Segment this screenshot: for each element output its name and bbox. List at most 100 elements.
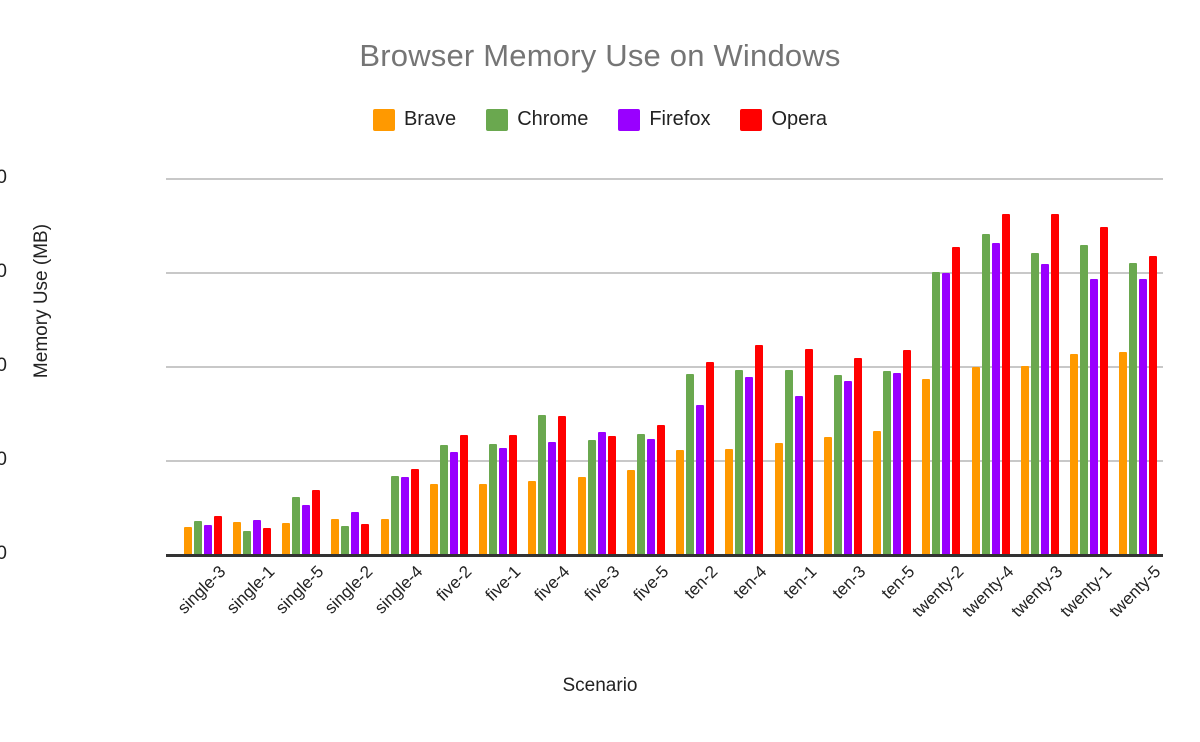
bar-group [326, 178, 375, 554]
bar-firefox[interactable] [1040, 263, 1049, 554]
bar-brave[interactable] [232, 522, 241, 554]
bar-opera[interactable] [1050, 213, 1059, 554]
bar-brave[interactable] [676, 450, 685, 554]
bar-opera[interactable] [459, 435, 468, 554]
bar-brave[interactable] [1119, 352, 1128, 554]
bar-brave[interactable] [971, 366, 980, 554]
bar-firefox[interactable] [1090, 278, 1099, 554]
legend-swatch-icon [618, 108, 641, 131]
bar-chrome[interactable] [735, 369, 744, 554]
legend-item-opera[interactable]: Opera [740, 108, 827, 131]
bar-brave[interactable] [528, 480, 537, 554]
bar-chrome[interactable] [833, 375, 842, 554]
bar-opera[interactable] [558, 415, 567, 554]
bar-opera[interactable] [952, 246, 961, 554]
bar-brave[interactable] [774, 442, 783, 554]
bar-firefox[interactable] [252, 519, 261, 554]
bar-chrome[interactable] [439, 444, 448, 554]
bar-chrome[interactable] [1080, 244, 1089, 554]
bar-firefox[interactable] [843, 381, 852, 554]
bar-chrome[interactable] [538, 415, 547, 554]
bar-firefox[interactable] [499, 447, 508, 554]
bar-opera[interactable] [509, 435, 518, 554]
bar-opera[interactable] [410, 468, 419, 554]
bar-group [1015, 178, 1064, 554]
bar-chrome[interactable] [193, 521, 202, 554]
x-axis-title: Scenario [562, 675, 638, 696]
bar-firefox[interactable] [991, 242, 1000, 554]
bar-chrome[interactable] [587, 439, 596, 554]
legend-item-firefox[interactable]: Firefox [618, 108, 710, 131]
bar-chrome[interactable] [981, 233, 990, 554]
bar-firefox[interactable] [646, 439, 655, 554]
bar-brave[interactable] [873, 431, 882, 554]
bar-brave[interactable] [429, 484, 438, 554]
bar-group [917, 178, 966, 554]
bar-opera[interactable] [1001, 213, 1010, 554]
bar-opera[interactable] [1149, 256, 1158, 554]
bar-opera[interactable] [706, 362, 715, 554]
bar-chrome[interactable] [932, 272, 941, 554]
legend-item-brave[interactable]: Brave [372, 108, 456, 131]
legend-label: Opera [771, 108, 828, 130]
bar-opera[interactable] [853, 358, 862, 554]
bar-brave[interactable] [922, 379, 931, 554]
bar-chrome[interactable] [883, 370, 892, 554]
bar-chrome[interactable] [242, 531, 251, 554]
y-tick-label: 0 [0, 543, 7, 564]
bar-chrome[interactable] [1129, 262, 1138, 554]
bar-group [720, 178, 769, 554]
bar-chrome[interactable] [489, 443, 498, 554]
bar-opera[interactable] [903, 349, 912, 554]
legend-swatch-icon [740, 108, 763, 131]
bar-opera[interactable] [1100, 226, 1109, 554]
bar-firefox[interactable] [203, 525, 212, 554]
bar-firefox[interactable] [893, 372, 902, 554]
bar-firefox[interactable] [745, 377, 754, 554]
bar-opera[interactable] [213, 516, 222, 554]
bar-firefox[interactable] [1139, 278, 1148, 554]
bar-brave[interactable] [282, 522, 291, 554]
bar-chrome[interactable] [686, 373, 695, 554]
bar-chrome[interactable] [390, 475, 399, 554]
bar-chrome[interactable] [636, 434, 645, 554]
plot-area [166, 178, 1163, 557]
bar-brave[interactable] [380, 518, 389, 554]
bar-opera[interactable] [262, 528, 271, 554]
bar-chrome[interactable] [784, 369, 793, 554]
bar-opera[interactable] [361, 524, 370, 554]
bar-brave[interactable] [331, 519, 340, 554]
bar-chrome[interactable] [1030, 252, 1039, 554]
bar-firefox[interactable] [794, 396, 803, 554]
x-tick-label-text: ten-5 [877, 562, 919, 603]
bar-opera[interactable] [755, 345, 764, 554]
bar-firefox[interactable] [351, 511, 360, 554]
legend-swatch-icon [486, 108, 509, 131]
bar-chrome[interactable] [341, 525, 350, 554]
bar-brave[interactable] [823, 436, 832, 554]
chart-title: Browser Memory Use on Windows [359, 38, 841, 73]
bar-brave[interactable] [725, 448, 734, 554]
bar-firefox[interactable] [696, 404, 705, 554]
bar-opera[interactable] [607, 435, 616, 554]
bar-brave[interactable] [626, 470, 635, 554]
bar-chrome[interactable] [292, 496, 301, 554]
legend-item-chrome[interactable]: Chrome [486, 108, 588, 131]
y-tick-mark [166, 272, 178, 274]
bar-firefox[interactable] [400, 476, 409, 554]
bar-brave[interactable] [183, 527, 192, 554]
bar-brave[interactable] [479, 483, 488, 554]
bar-firefox[interactable] [942, 273, 951, 554]
bar-brave[interactable] [577, 477, 586, 554]
x-tick-label-text: twenty-4 [958, 562, 1018, 621]
bar-firefox[interactable] [597, 432, 606, 554]
bar-firefox[interactable] [302, 505, 311, 554]
bar-firefox[interactable] [548, 442, 557, 554]
bar-opera[interactable] [656, 424, 665, 554]
bar-opera[interactable] [804, 348, 813, 554]
x-tick-label-text: five-3 [580, 562, 624, 605]
bar-brave[interactable] [1020, 365, 1029, 554]
bar-firefox[interactable] [449, 451, 458, 554]
bar-opera[interactable] [312, 490, 321, 554]
bar-brave[interactable] [1070, 353, 1079, 554]
